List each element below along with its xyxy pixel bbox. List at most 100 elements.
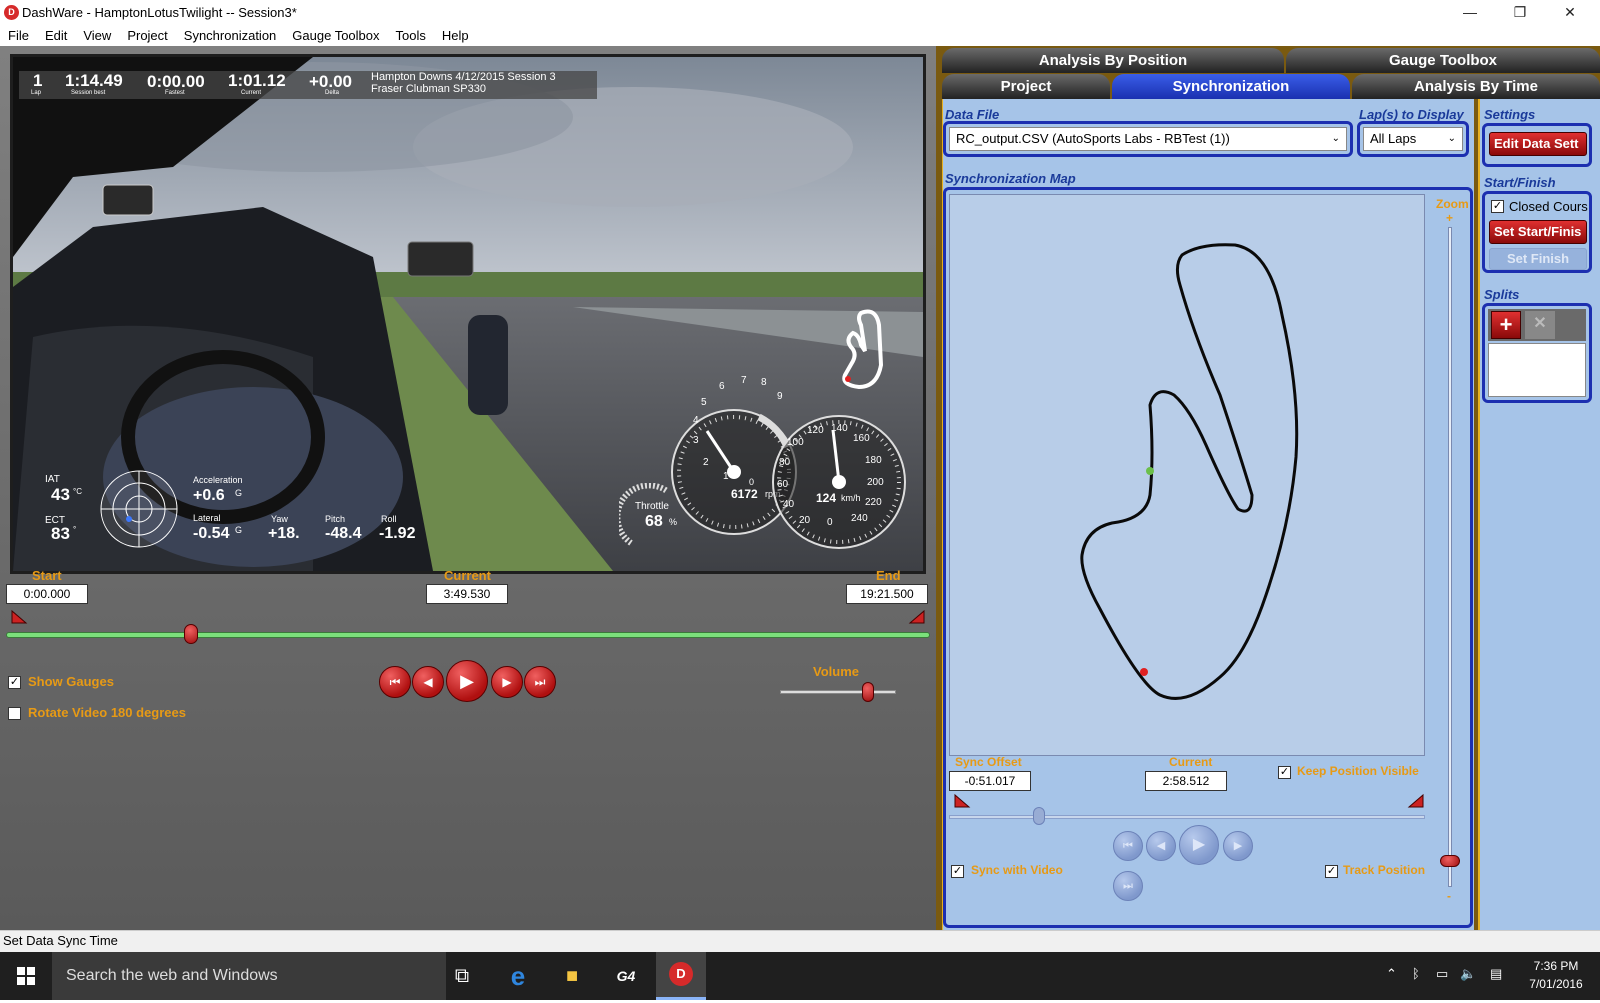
track-position-label[interactable]: Track Position — [1343, 863, 1425, 877]
pitch-label: Pitch — [325, 514, 346, 524]
tab-analysis-by-position[interactable]: Analysis By Position — [942, 48, 1284, 73]
sync-first-button[interactable]: ⏮ — [1113, 831, 1143, 861]
delta-value: +0.00 — [309, 72, 353, 91]
tab-synchronization[interactable]: Synchronization — [1112, 74, 1350, 99]
first-lap-button[interactable]: ⏮ — [379, 666, 411, 698]
lap-label: Lap — [31, 90, 42, 96]
speed-tick-140: 140 — [831, 423, 848, 434]
close-button[interactable]: ✕ — [1546, 0, 1594, 25]
data-file-dropdown[interactable]: RC_output.CSV (AutoSports Labs - RBTest … — [949, 127, 1347, 151]
menu-view[interactable]: View — [75, 25, 119, 44]
task-view-icon[interactable]: ⧉ — [446, 960, 478, 992]
menu-edit[interactable]: Edit — [37, 25, 75, 44]
rotate-video-label[interactable]: Rotate Video 180 degrees — [28, 705, 186, 720]
sync-position-thumb[interactable] — [1033, 807, 1046, 825]
sync-play-button[interactable]: ▶ — [1179, 825, 1219, 865]
window-title: DashWare - HamptonLotusTwilight -- Sessi… — [22, 5, 297, 20]
windows-logo-icon — [17, 967, 35, 985]
remove-split-icon[interactable]: ✕ — [1525, 311, 1555, 339]
sync-with-video-label[interactable]: Sync with Video — [971, 863, 1063, 877]
closed-course-label[interactable]: Closed Cours — [1509, 199, 1589, 214]
set-finish-button[interactable]: Set Finish — [1489, 248, 1587, 270]
rotate-video-checkbox[interactable] — [8, 707, 21, 720]
sync-last-button[interactable]: ⏭ — [1113, 871, 1143, 901]
start-time-field[interactable]: 0:00.000 — [6, 584, 88, 604]
speed-tick-100: 100 — [787, 437, 804, 448]
clock-date[interactable]: 7/01/2016 — [1526, 977, 1586, 991]
keep-position-visible-label[interactable]: Keep Position Visible — [1297, 764, 1419, 778]
speed-unit: km/h — [841, 493, 861, 503]
play-button[interactable]: ▶ — [446, 660, 488, 702]
mini-track-map — [842, 309, 884, 390]
sync-position-slider[interactable] — [949, 815, 1425, 819]
delta-label: Delta — [325, 90, 340, 96]
closed-course-checkbox[interactable]: ✓ — [1491, 200, 1504, 213]
sync-previous-button[interactable]: ◀ — [1146, 831, 1176, 861]
end-time-field[interactable]: 19:21.500 — [846, 584, 928, 604]
pitch-value: -48.4 — [325, 525, 362, 542]
bluetooth-icon[interactable]: ᛒ — [1412, 966, 1420, 981]
track-map-svg[interactable] — [950, 195, 1426, 757]
dashware-icon: D — [669, 962, 693, 986]
track-position-checkbox[interactable]: ✓ — [1325, 865, 1338, 878]
last-lap-button[interactable]: ⏭ — [524, 666, 556, 698]
video-position-slider[interactable] — [6, 632, 930, 638]
show-gauges-label[interactable]: Show Gauges — [28, 674, 114, 689]
restore-button[interactable]: ❐ — [1496, 0, 1544, 25]
end-marker-icon[interactable] — [906, 609, 926, 625]
menu-gauge-toolbox[interactable]: Gauge Toolbox — [284, 25, 387, 44]
clock-time[interactable]: 7:36 PM — [1526, 959, 1586, 973]
show-hidden-icons-icon[interactable]: ⌃ — [1386, 966, 1397, 982]
zoom-label: Zoom — [1436, 197, 1469, 211]
tab-gauge-toolbox[interactable]: Gauge Toolbox — [1286, 48, 1600, 73]
sync-offset-field[interactable]: -0:51.017 — [949, 771, 1031, 791]
show-gauges-checkbox[interactable]: ✓ — [8, 676, 21, 689]
track-map-canvas[interactable] — [949, 194, 1425, 756]
volume-thumb[interactable] — [862, 682, 875, 702]
start-label: Start — [32, 568, 62, 583]
menu-project[interactable]: Project — [119, 25, 175, 44]
volume-slider[interactable] — [780, 690, 896, 694]
current-lap-label: Current — [241, 90, 262, 96]
set-start-finish-button[interactable]: Set Start/Finis — [1489, 220, 1587, 244]
start-marker-icon[interactable] — [10, 609, 30, 625]
g4-app-icon[interactable]: G4 — [610, 960, 642, 992]
current-time-field[interactable]: 3:49.530 — [426, 584, 508, 604]
laps-dropdown[interactable]: All Laps ⌄ — [1363, 127, 1463, 151]
dashware-app-icon[interactable]: D — [4, 5, 19, 20]
data-file-value: RC_output.CSV (AutoSports Labs - RBTest … — [956, 131, 1230, 146]
edit-data-settings-button[interactable]: Edit Data Sett — [1489, 132, 1587, 156]
menu-file[interactable]: File — [0, 25, 37, 44]
splits-list[interactable] — [1488, 343, 1586, 397]
next-button[interactable]: ▶ — [491, 666, 523, 698]
zoom-thumb[interactable] — [1440, 854, 1460, 867]
sync-start-marker-icon[interactable] — [953, 793, 973, 809]
zoom-slider[interactable] — [1448, 227, 1452, 887]
fastest-value: 0:00.00 — [147, 72, 205, 91]
acceleration-label: Acceleration — [193, 475, 243, 485]
sync-current-field[interactable]: 2:58.512 — [1145, 771, 1227, 791]
file-explorer-icon[interactable]: ■ — [556, 960, 588, 992]
acceleration-unit: G — [235, 488, 243, 498]
keep-position-visible-checkbox[interactable]: ✓ — [1278, 766, 1291, 779]
tab-project[interactable]: Project — [942, 74, 1110, 99]
start-button[interactable] — [0, 952, 52, 1000]
video-frame[interactable]: 1 Lap 1:14.49 Session best 0:00.00 Faste… — [10, 54, 926, 574]
video-position-thumb[interactable] — [183, 624, 198, 644]
sync-with-video-checkbox[interactable]: ✓ — [951, 865, 964, 878]
volume-icon[interactable]: 🔈 — [1460, 966, 1476, 982]
menu-tools[interactable]: Tools — [388, 25, 434, 44]
menu-synchronization[interactable]: Synchronization — [176, 25, 285, 44]
sync-end-marker-icon[interactable] — [1405, 793, 1425, 809]
network-icon[interactable]: ▭ — [1436, 966, 1448, 982]
dashware-taskbar-button[interactable]: D — [656, 952, 706, 1000]
sync-next-button[interactable]: ▶ — [1223, 831, 1253, 861]
notifications-icon[interactable]: ▤ — [1490, 966, 1502, 982]
add-split-icon[interactable]: + — [1491, 311, 1521, 339]
minimize-button[interactable]: — — [1446, 0, 1494, 25]
menu-help[interactable]: Help — [434, 25, 477, 44]
previous-button[interactable]: ◀ — [412, 666, 444, 698]
edge-icon[interactable]: e — [502, 960, 534, 992]
tab-analysis-by-time[interactable]: Analysis By Time — [1352, 74, 1600, 99]
taskbar-search-box[interactable]: Search the web and Windows — [52, 952, 446, 1000]
